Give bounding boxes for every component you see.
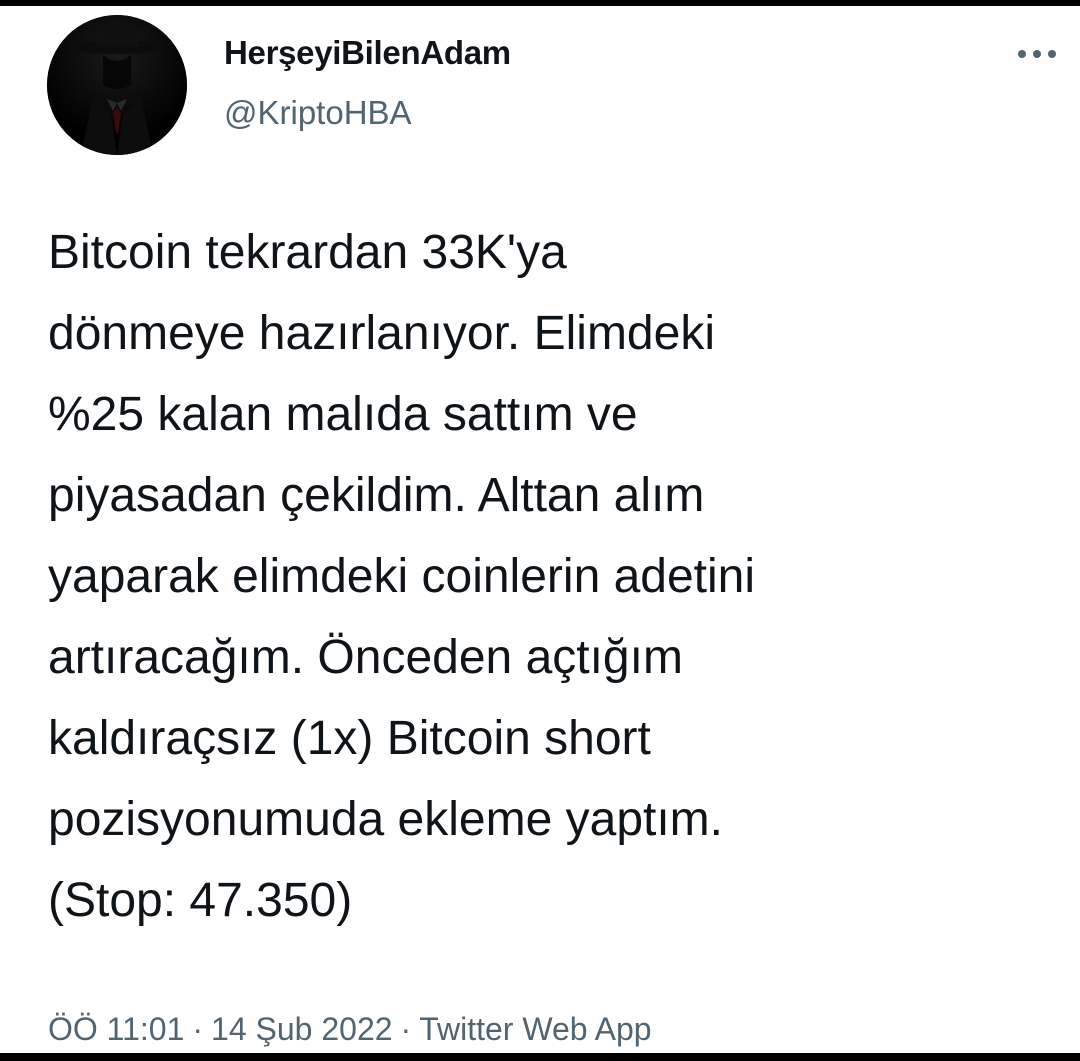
avatar[interactable] — [47, 15, 187, 155]
meta-separator: · — [400, 1011, 412, 1047]
more-horizontal-icon — [1018, 50, 1056, 58]
tweet-meta: ÖÖ 11:01 · 14 Şub 2022 · Twitter Web App — [48, 1011, 652, 1048]
tweet-text-line: yaparak elimdeki coinlerin adetini — [48, 550, 756, 603]
more-options-button[interactable] — [1006, 34, 1068, 74]
tweet-text-line: %25 kalan malıda sattım ve — [48, 388, 638, 441]
tweet-text-line: pozisyonumuda ekleme yaptım. — [48, 793, 723, 846]
tweet-text-line: kaldıraçsız (1x) Bitcoin short — [48, 712, 651, 765]
tweet-text-line: (Stop: 47.350) — [48, 874, 353, 927]
hat-silhouette-avatar-icon — [47, 15, 187, 155]
tweet-text: Bitcoin tekrardan 33K'ya dönmeye hazırla… — [48, 212, 1073, 941]
tweet-text-line: artıracağım. Önceden açtığım — [48, 631, 683, 684]
tweet-card: HerşeyiBilenAdam @KriptoHBA Bitcoin tekr… — [0, 6, 1080, 1053]
author-display-name[interactable]: HerşeyiBilenAdam — [224, 34, 511, 72]
tweet-text-line: dönmeye hazırlanıyor. Elimdeki — [48, 307, 715, 360]
tweet-time[interactable]: ÖÖ 11:01 — [48, 1011, 184, 1047]
tweet-date[interactable]: 14 Şub 2022 — [211, 1011, 393, 1047]
tweet-text-line: piyasadan çekildim. Alttan alım — [48, 469, 705, 522]
tweet-source[interactable]: Twitter Web App — [419, 1011, 651, 1047]
author-handle[interactable]: @KriptoHBA — [224, 94, 412, 132]
meta-separator: · — [192, 1011, 204, 1047]
tweet-text-line: Bitcoin tekrardan 33K'ya — [48, 226, 567, 279]
